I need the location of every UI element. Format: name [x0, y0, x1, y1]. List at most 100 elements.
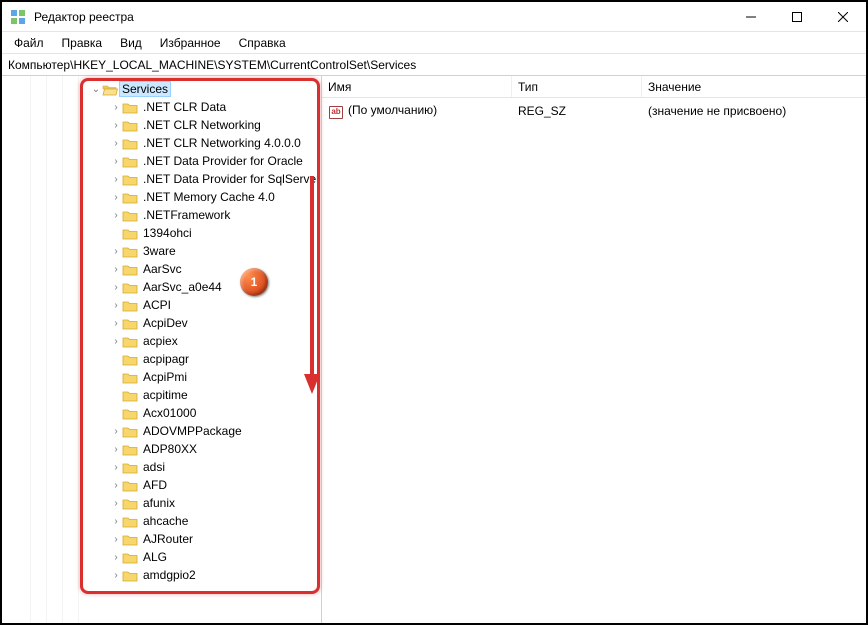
folder-open-icon: [102, 82, 118, 96]
chevron-right-icon[interactable]: ›: [110, 102, 122, 113]
folder-icon: [122, 280, 138, 294]
folder-icon: [122, 352, 138, 366]
folder-icon: [122, 262, 138, 276]
chevron-right-icon[interactable]: ›: [110, 318, 122, 329]
chevron-right-icon[interactable]: ›: [110, 534, 122, 545]
value-data-cell: (значение не присвоено): [642, 104, 866, 118]
tree-item-label: Services: [119, 81, 171, 97]
tree-item-label: .NET Data Provider for Oracle: [142, 154, 303, 168]
folder-icon: [122, 370, 138, 384]
menu-file[interactable]: Файл: [6, 34, 52, 52]
chevron-right-icon[interactable]: ›: [110, 462, 122, 473]
chevron-right-icon[interactable]: ›: [110, 174, 122, 185]
folder-icon: [122, 172, 138, 186]
chevron-right-icon[interactable]: ›: [110, 336, 122, 347]
chevron-down-icon[interactable]: ⌄: [90, 84, 102, 95]
menubar: Файл Правка Вид Избранное Справка: [2, 32, 866, 54]
tree-item-label: AcpiPmi: [142, 370, 187, 384]
chevron-right-icon[interactable]: ›: [110, 498, 122, 509]
tree-item-label: .NET CLR Networking: [142, 118, 261, 132]
tree-item-label: ahcache: [142, 514, 188, 528]
chevron-right-icon[interactable]: ›: [110, 246, 122, 257]
tree-item-label: 1394ohci: [142, 226, 192, 240]
chevron-right-icon[interactable]: ›: [110, 552, 122, 563]
tree-item-label: ALG: [142, 550, 167, 564]
tree-item-label: ACPI: [142, 298, 171, 312]
tree-item-label: AJRouter: [142, 532, 193, 546]
chevron-right-icon[interactable]: ›: [110, 156, 122, 167]
maximize-button[interactable]: [774, 2, 820, 31]
chevron-right-icon[interactable]: ›: [110, 300, 122, 311]
tree-item-label: .NET CLR Networking 4.0.0.0: [142, 136, 301, 150]
folder-icon: [122, 496, 138, 510]
folder-icon: [122, 532, 138, 546]
tree-item-label: AFD: [142, 478, 167, 492]
window-title: Редактор реестра: [34, 10, 728, 24]
chevron-right-icon[interactable]: ›: [110, 444, 122, 455]
values-panel: Имя Тип Значение ab (По умолчанию) REG_SZ(…: [322, 76, 866, 623]
tree-item-label: adsi: [142, 460, 165, 474]
tree-item-label: AarSvc_a0e44: [142, 280, 222, 294]
titlebar: Редактор реестра: [2, 2, 866, 32]
tree-item-label: .NET Memory Cache 4.0: [142, 190, 275, 204]
header-value[interactable]: Значение: [642, 76, 866, 97]
folder-icon: [122, 478, 138, 492]
tree-item-label: ADP80XX: [142, 442, 197, 456]
folder-icon: [122, 208, 138, 222]
chevron-right-icon[interactable]: ›: [110, 138, 122, 149]
app-icon: [10, 9, 26, 25]
chevron-right-icon[interactable]: ›: [110, 480, 122, 491]
tree-item-label: .NET CLR Data: [142, 100, 226, 114]
header-name[interactable]: Имя: [322, 76, 512, 97]
value-row[interactable]: ab (По умолчанию) REG_SZ(значение не присв…: [322, 102, 866, 120]
tree-item-label: AarSvc: [142, 262, 182, 276]
folder-icon: [122, 100, 138, 114]
tree-item-label: ADOVMPPackage: [142, 424, 242, 438]
folder-icon: [122, 406, 138, 420]
folder-icon: [122, 388, 138, 402]
chevron-right-icon[interactable]: ›: [110, 264, 122, 275]
window-controls: [728, 2, 866, 31]
menu-help[interactable]: Справка: [231, 34, 294, 52]
tree-panel[interactable]: ⌄ Services › .NET CLR Data › .NET CLR Network…: [2, 76, 322, 623]
tree-item-label: .NET Data Provider for SqlServer: [142, 172, 320, 186]
tree-item-label: acpiex: [142, 334, 178, 348]
tree-item-label: acpitime: [142, 388, 188, 402]
tree-guide-lines: [2, 76, 90, 623]
folder-icon: [122, 190, 138, 204]
address-bar: [2, 54, 866, 76]
folder-icon: [122, 514, 138, 528]
values-body: ab (По умолчанию) REG_SZ(значение не присв…: [322, 98, 866, 124]
folder-icon: [122, 316, 138, 330]
close-button[interactable]: [820, 2, 866, 31]
chevron-right-icon[interactable]: ›: [110, 120, 122, 131]
folder-icon: [122, 136, 138, 150]
string-value-icon: ab: [328, 105, 344, 119]
tree-item-label: AcpiDev: [142, 316, 188, 330]
tree-item-label: acpipagr: [142, 352, 189, 366]
chevron-right-icon[interactable]: ›: [110, 570, 122, 581]
folder-icon: [122, 154, 138, 168]
chevron-right-icon[interactable]: ›: [110, 516, 122, 527]
address-input[interactable]: [2, 54, 866, 75]
folder-icon: [122, 244, 138, 258]
value-name: (По умолчанию): [348, 103, 437, 117]
tree-item-label: amdgpio2: [142, 568, 196, 582]
folder-icon: [122, 424, 138, 438]
value-type-cell: REG_SZ: [512, 104, 642, 118]
header-type[interactable]: Тип: [512, 76, 642, 97]
tree-item-label: Acx01000: [142, 406, 196, 420]
folder-icon: [122, 118, 138, 132]
menu-view[interactable]: Вид: [112, 34, 150, 52]
minimize-button[interactable]: [728, 2, 774, 31]
menu-favorites[interactable]: Избранное: [152, 34, 229, 52]
folder-icon: [122, 334, 138, 348]
chevron-right-icon[interactable]: ›: [110, 426, 122, 437]
chevron-right-icon[interactable]: ›: [110, 210, 122, 221]
menu-edit[interactable]: Правка: [54, 34, 111, 52]
chevron-right-icon[interactable]: ›: [110, 192, 122, 203]
chevron-right-icon[interactable]: ›: [110, 282, 122, 293]
folder-icon: [122, 460, 138, 474]
tree-item-label: .NETFramework: [142, 208, 230, 222]
folder-icon: [122, 442, 138, 456]
